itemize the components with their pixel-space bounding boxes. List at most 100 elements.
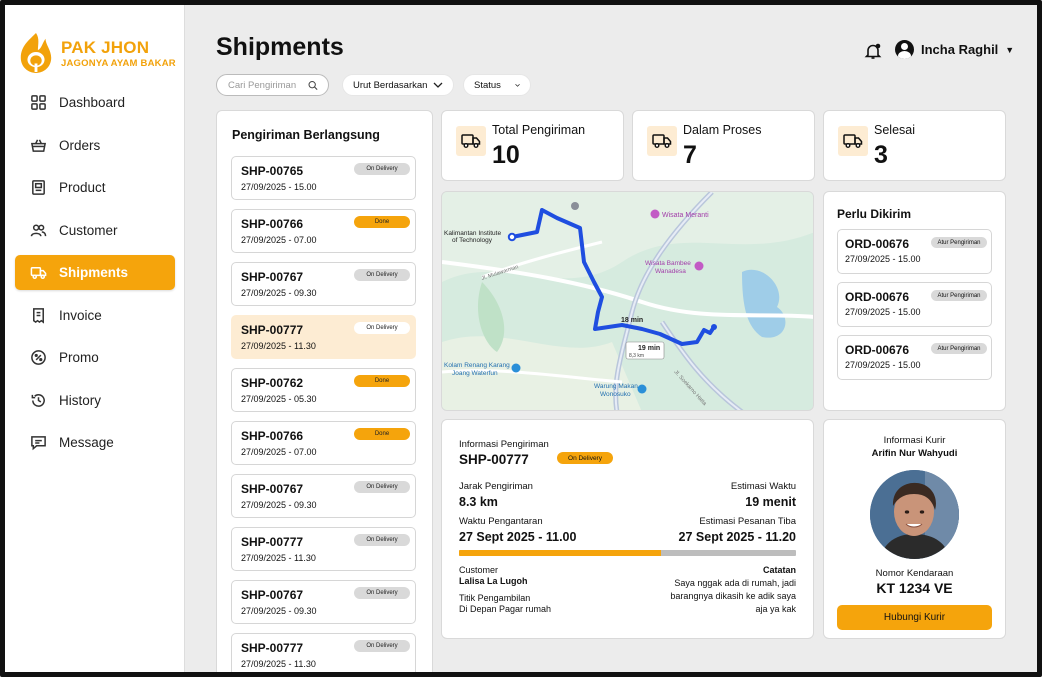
notification-bell-icon[interactable]: [864, 42, 882, 60]
status-badge: On Delivery: [557, 452, 613, 464]
status-badge: On Delivery: [354, 481, 410, 493]
shipment-list-item-selected[interactable]: SHP-00777 27/09/2025 - 11.30 On Delivery: [231, 315, 416, 359]
shipment-list-item[interactable]: SHP-00766 27/09/2025 - 07.00 Done: [231, 421, 416, 465]
detail-heading: Informasi Pengiriman: [459, 439, 549, 450]
order-id: ORD-00676: [845, 343, 910, 357]
shipment-date: 27/09/2025 - 11.30: [241, 341, 316, 351]
sort-dropdown[interactable]: Urut Berdasarkan: [342, 74, 455, 96]
poi-marker: [650, 209, 660, 219]
flame-chicken-logo-icon: [20, 33, 52, 73]
sidebar-item-invoice[interactable]: Invoice: [15, 298, 175, 333]
map-label-poi-4b: Wonosuko: [600, 391, 631, 398]
stat-value: 3: [874, 141, 888, 169]
map-label-poi-2a: Wisata Bambee: [645, 260, 691, 267]
truck-icon: [647, 126, 677, 156]
order-id: ORD-00676: [845, 237, 910, 251]
status-badge: On Delivery: [354, 269, 410, 281]
pickup-value: Di Depan Pagar rumah: [459, 604, 552, 614]
destination-marker: [711, 324, 717, 330]
sidebar: PAK JHON JAGONYA AYAM BAKAR Dashboard Or…: [5, 5, 185, 672]
status-badge: On Delivery: [354, 163, 410, 175]
grid-icon: [31, 95, 46, 110]
page-title: Shipments: [216, 33, 344, 61]
sidebar-item-shipments[interactable]: Shipments: [15, 255, 175, 290]
status-badge: Done: [354, 375, 410, 387]
shipment-list-item[interactable]: SHP-00762 27/09/2025 - 05.30 Done: [231, 368, 416, 412]
history-icon: [31, 393, 45, 407]
app-window: PAK JHON JAGONYA AYAM BAKAR Dashboard Or…: [0, 0, 1042, 677]
status-dropdown-label: Status: [474, 79, 501, 91]
brand-subtitle: JAGONYA AYAM BAKAR: [61, 57, 176, 69]
shipment-date: 27/09/2025 - 05.30: [241, 394, 317, 404]
users-icon: [30, 223, 47, 236]
basket-icon: [30, 138, 47, 152]
shipment-detail-panel: Informasi Pengiriman SHP-00777 On Delive…: [441, 419, 814, 639]
sidebar-item-dashboard[interactable]: Dashboard: [15, 85, 175, 120]
shipment-date: 27/09/2025 - 07.00: [241, 235, 317, 245]
sidebar-item-label: Invoice: [59, 307, 102, 323]
truck-icon: [456, 126, 486, 156]
shipment-list-item[interactable]: SHP-00777 27/09/2025 - 11.30 On Delivery: [231, 527, 416, 571]
shipment-list-item[interactable]: SHP-00767 27/09/2025 - 09.30 On Delivery: [231, 580, 416, 624]
brand-logo[interactable]: PAK JHON JAGONYA AYAM BAKAR: [17, 31, 176, 75]
shipment-list-item[interactable]: SHP-00777 27/09/2025 - 11.30 On Delivery: [231, 633, 416, 672]
map-canvas[interactable]: Kalimantan Institute of Technology Wisat…: [442, 192, 814, 411]
chevron-down-icon: [433, 82, 443, 88]
order-list-item[interactable]: ORD-00676 27/09/2025 - 15.00 Atur Pengir…: [837, 229, 992, 274]
arrival-label: Estimasi Pesanan Tiba: [699, 516, 796, 527]
sidebar-item-promo[interactable]: Promo: [15, 340, 175, 375]
sidebar-item-product[interactable]: Product: [15, 170, 175, 205]
sent-time-value: 27 Sept 2025 - 11.00: [459, 530, 577, 544]
stat-value: 10: [492, 141, 520, 169]
contact-courier-button[interactable]: Hubungi Kurir: [837, 605, 992, 630]
note-label: Catatan: [762, 565, 796, 575]
shipment-list-item[interactable]: SHP-00765 27/09/2025 - 15.00 On Delivery: [231, 156, 416, 200]
stat-label: Total Pengiriman: [492, 123, 586, 137]
poi-marker: [637, 384, 647, 394]
shipment-id: SHP-00777: [241, 535, 304, 549]
shipment-id: SHP-00777: [241, 323, 304, 337]
sidebar-item-label: Message: [59, 435, 114, 450]
search-box[interactable]: [216, 74, 329, 96]
sidebar-nav: Dashboard Orders Product Customer Shipme…: [15, 85, 175, 468]
order-id: ORD-00676: [845, 290, 910, 304]
user-menu[interactable]: Incha Raghil ▼: [895, 40, 1014, 59]
status-dropdown[interactable]: Status: [463, 74, 531, 96]
to-be-shipped-panel: Perlu Dikirim ORD-00676 27/09/2025 - 15.…: [823, 191, 1006, 411]
order-list-item[interactable]: ORD-00676 27/09/2025 - 15.00 Atur Pengir…: [837, 335, 992, 380]
percent-icon: [31, 350, 46, 365]
courier-heading: Informasi Kurir: [883, 435, 946, 446]
stat-value: 7: [683, 141, 697, 169]
chevron-down-icon: ▼: [1005, 44, 1015, 55]
sidebar-item-customer[interactable]: Customer: [15, 213, 175, 248]
sidebar-item-label: Dashboard: [59, 95, 126, 110]
shipment-list-item[interactable]: SHP-00766 27/09/2025 - 07.00 Done: [231, 209, 416, 253]
shipment-id: SHP-00766: [241, 217, 304, 231]
truck-icon: [838, 126, 868, 156]
arrange-shipping-button[interactable]: Atur Pengiriman: [931, 343, 987, 354]
shipment-id: SHP-00767: [241, 270, 304, 284]
eta-value: 19 menit: [745, 495, 796, 509]
route-map[interactable]: Kalimantan Institute of Technology Wisat…: [441, 191, 814, 411]
shipment-date: 27/09/2025 - 11.30: [241, 659, 316, 669]
map-label-poi-3a: Kolam Renang Karang: [444, 362, 510, 369]
order-list-item[interactable]: ORD-00676 27/09/2025 - 15.00 Atur Pengir…: [837, 282, 992, 327]
arrange-shipping-button[interactable]: Atur Pengiriman: [931, 237, 987, 248]
shipment-date: 27/09/2025 - 15.00: [241, 182, 317, 192]
search-input[interactable]: [228, 79, 308, 91]
shipment-id: SHP-00765: [241, 164, 304, 178]
status-badge: Done: [354, 428, 410, 440]
sidebar-item-history[interactable]: History: [15, 383, 175, 418]
note-line-1: Saya nggak ada di rumah, jadi: [674, 578, 796, 588]
shipment-list-item[interactable]: SHP-00767 27/09/2025 - 09.30 On Delivery: [231, 474, 416, 518]
sidebar-item-orders[interactable]: Orders: [15, 128, 175, 163]
shipment-list-item[interactable]: SHP-00767 27/09/2025 - 09.30 On Delivery: [231, 262, 416, 306]
sidebar-item-label: Product: [59, 180, 106, 195]
product-icon: [32, 180, 45, 195]
map-label-route-distance: 8,3 km: [629, 353, 644, 359]
stat-label: Selesai: [874, 123, 915, 137]
delivery-progress-fill: [459, 550, 662, 556]
arrange-shipping-button[interactable]: Atur Pengiriman: [931, 290, 987, 301]
poi-marker: [511, 363, 521, 373]
sidebar-item-message[interactable]: Message: [15, 425, 175, 460]
